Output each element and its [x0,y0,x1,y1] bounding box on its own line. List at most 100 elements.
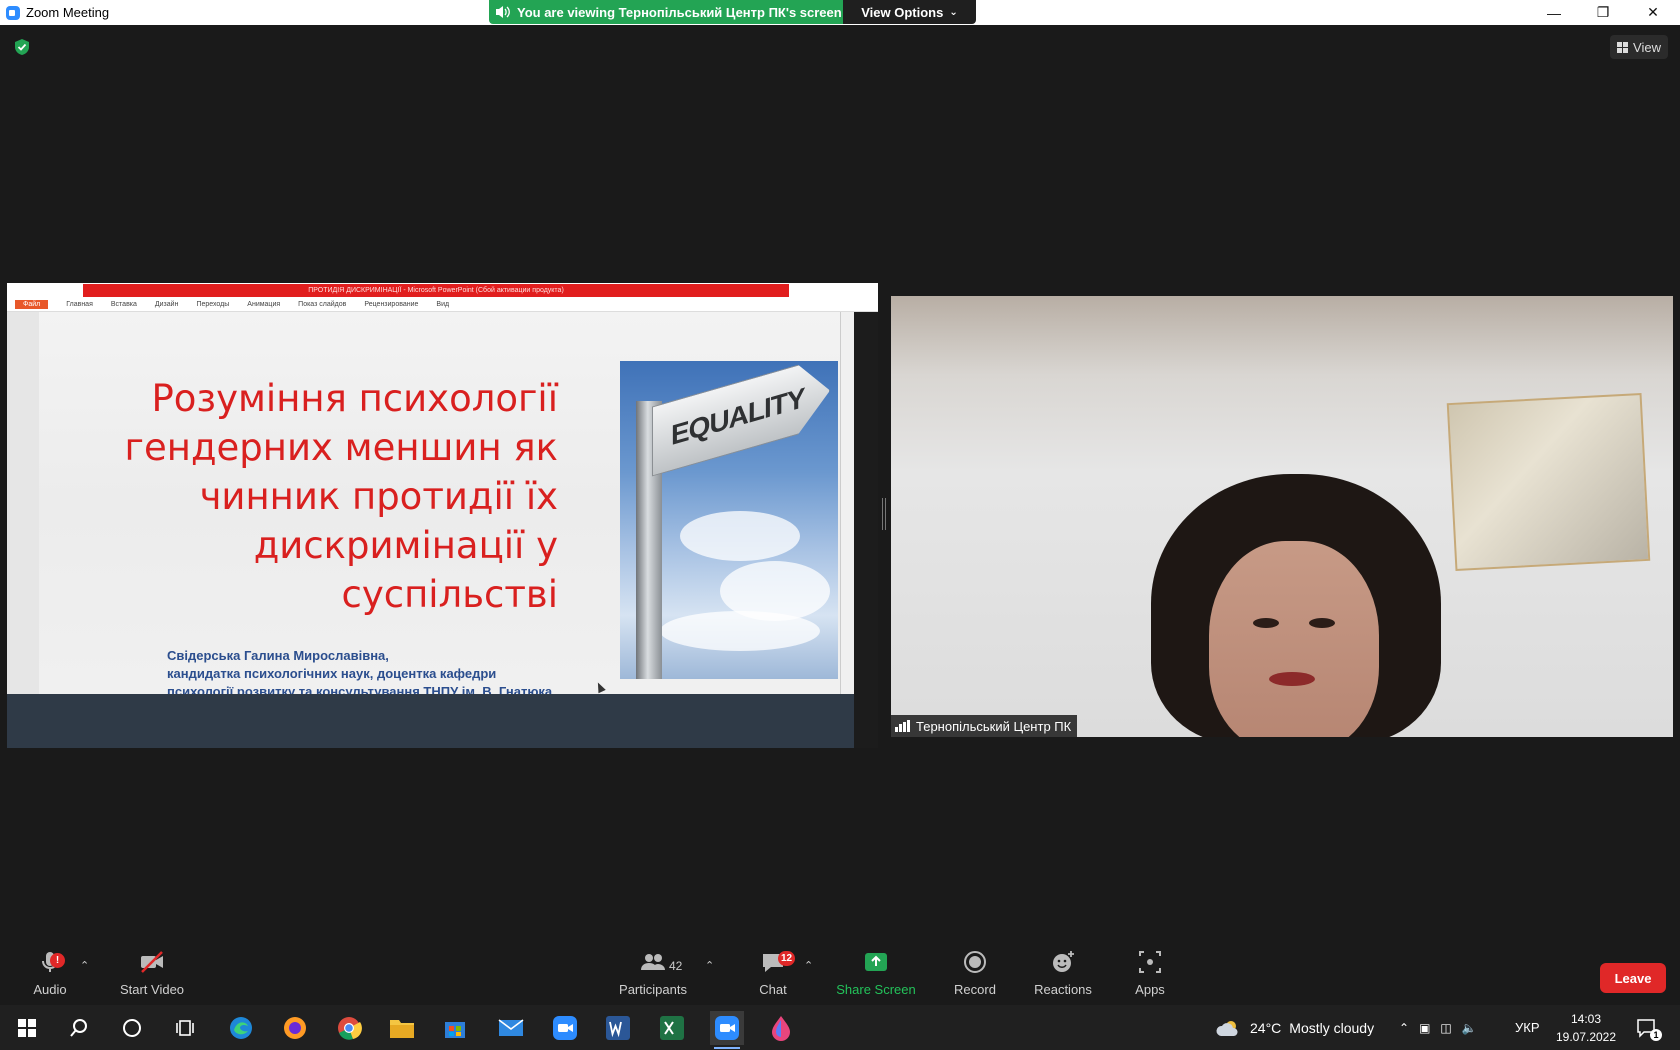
notification-center-button[interactable] [1636,1005,1658,1050]
start-video-button[interactable]: Start Video [116,945,188,1005]
shared-screen[interactable]: ПРОТИДІЯ ДИСКРИМІНАЦІЇ - Microsoft Power… [7,283,878,748]
view-button[interactable]: View [1610,35,1668,59]
participant-video[interactable] [891,296,1673,737]
weather-description: Mostly cloudy [1289,1019,1375,1036]
ppt-ribbon-tab: Анимация [247,301,281,308]
windows-taskbar: 24°C Mostly cloudy ⌃ ▣ ◫ 🔈 УКР 14:03 19.… [0,1005,1680,1050]
participant-name-tag: Тернопільський Центр ПК [891,715,1078,737]
edge-browser-icon[interactable] [224,1011,258,1045]
audio-label: Audio [33,982,67,997]
close-button[interactable]: ✕ [1630,0,1676,25]
weather-widget[interactable]: 24°C Mostly cloudy [1216,1005,1374,1050]
shared-screen-bottom [7,694,854,748]
apps-button[interactable]: Apps [1128,945,1172,1005]
participants-label: Participants [619,982,687,997]
zoom-app-icon[interactable] [548,1011,582,1045]
meeting-toolbar: Audio ! ⌃ Start Video Participants 42 ⌃ … [0,945,1680,1005]
search-icon[interactable] [62,1011,96,1045]
ppt-scrollbar[interactable] [840,312,854,720]
firefox-browser-icon[interactable] [278,1011,312,1045]
reactions-smiley-icon [1053,951,1074,972]
participants-button[interactable]: Participants [616,945,690,1005]
clock[interactable]: 14:03 19.07.2022 [1553,1005,1619,1050]
window-title: Zoom Meeting [26,5,110,20]
mail-icon[interactable] [494,1011,528,1045]
windows-start-icon[interactable] [10,1011,44,1045]
slide-title-line: чинник протидії їх [199,475,558,518]
zoom-meeting-taskbar-icon[interactable] [710,1011,744,1049]
microsoft-store-icon[interactable] [438,1011,472,1045]
slide: Розуміння психології гендерних меншин як ч… [38,312,840,699]
leave-button[interactable]: Leave [1600,963,1666,993]
slide-author-line: Свідерська Галина Мирославівна, [167,648,389,663]
audio-warning-badge: ! [50,953,65,968]
clock-date: 19.07.2022 [1555,1029,1617,1044]
apps-label: Apps [1135,982,1165,997]
chat-label: Chat [759,982,787,997]
clock-time: 14:03 [1570,1011,1602,1026]
share-screen-icon [865,953,887,971]
paint-drop-icon[interactable] [764,1011,798,1045]
input-language[interactable]: УКР [1515,1005,1540,1050]
ppt-ribbon-tab: Вставка [110,301,137,308]
encryption-shield-icon[interactable] [14,38,30,56]
tray-overflow-caret-icon[interactable]: ⌃ [1399,1021,1409,1035]
ppt-edge [854,312,878,748]
audio-options-caret-icon[interactable]: ⌃ [80,959,89,972]
ppt-ribbon-tab: Переходы [196,301,230,308]
record-label: Record [954,982,996,997]
notification-count-badge: 1 [1650,1029,1662,1041]
cloudy-weather-icon [1216,1020,1238,1036]
record-icon [964,951,986,973]
ppt-ribbon-tab: Файл [15,300,49,309]
minimize-button[interactable]: — [1531,0,1577,25]
audio-button[interactable]: Audio [26,945,74,1005]
device-icon[interactable]: ▣ [1419,1021,1430,1035]
grid-view-icon [1617,41,1629,53]
participant-name: Тернопільський Центр ПК [916,718,1072,734]
volume-icon[interactable]: 🔈 [1462,1021,1477,1035]
speaker-icon [496,6,510,18]
view-options-button[interactable]: View Options ⌄ [843,0,976,24]
ppt-title-bar: ПРОТИДІЯ ДИСКРИМІНАЦІЇ - Microsoft Power… [7,283,878,298]
participants-options-caret-icon[interactable]: ⌃ [705,959,714,972]
ppt-ribbon-tab: Рецензирование [364,301,419,308]
ppt-ribbon: Файл Главная Вставка Дизайн Переходы Анимация… [7,298,878,312]
slide-title: Розуміння психології гендерних меншин як ч… [38,374,558,619]
view-options-label: View Options [861,4,944,20]
reactions-label: Reactions [1034,982,1092,997]
signal-strength-icon [895,720,910,732]
record-button[interactable]: Record [950,945,1000,1005]
chat-options-caret-icon[interactable]: ⌃ [804,959,813,972]
zoom-logo-icon [6,6,20,20]
ppt-ribbon-tab: Показ слайдов [298,301,347,308]
share-screen-button[interactable]: Share Screen [834,945,918,1005]
apps-icon [1139,951,1161,973]
task-view-icon[interactable] [168,1011,202,1045]
ppt-ribbon-tab: Вид [436,301,450,308]
split-divider-handle[interactable] [882,498,886,530]
ppt-slide-panel [7,312,39,694]
restore-button[interactable]: ❐ [1580,0,1626,25]
word-icon[interactable] [601,1011,635,1045]
chrome-browser-icon[interactable] [332,1011,366,1045]
sign-text: EQUALITY [652,361,830,477]
video-off-icon [141,951,163,973]
weather-temperature: 24°C [1250,1019,1282,1036]
cortana-icon[interactable] [115,1011,149,1045]
equality-sign-image: EQUALITY [620,361,838,679]
slide-title-line: гендерних меншин як [124,426,558,469]
start-video-label: Start Video [119,982,185,997]
ppt-ribbon-tab: Главная [66,301,93,308]
chevron-down-icon: ⌄ [949,6,958,18]
share-screen-label: Share Screen [836,982,916,997]
reactions-button[interactable]: Reactions [1030,945,1096,1005]
viewing-banner: You are viewing Тернопільський Центр ПК'… [489,0,843,24]
file-explorer-icon[interactable] [385,1011,419,1045]
ppt-window-title: ПРОТИДІЯ ДИСКРИМІНАЦІЇ - Microsoft Power… [83,284,789,297]
viewing-text: You are viewing Тернопільський Центр ПК'… [517,4,842,20]
system-tray: ⌃ ▣ ◫ 🔈 [1399,1005,1477,1050]
chat-unread-badge: 12 [778,951,796,966]
network-icon[interactable]: ◫ [1440,1021,1451,1035]
excel-icon[interactable] [655,1011,689,1045]
